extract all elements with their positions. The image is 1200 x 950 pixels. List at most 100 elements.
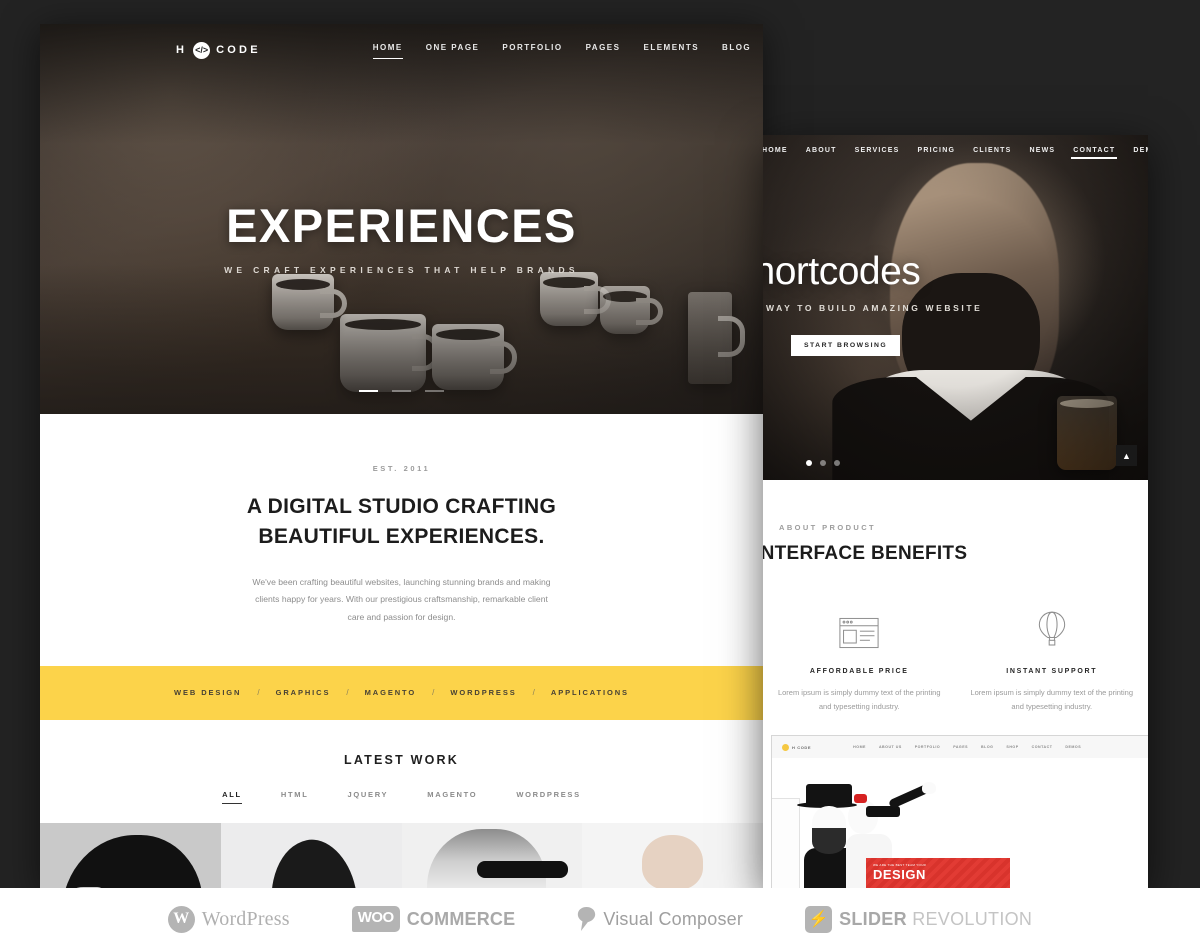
intro-body: We've been crafting beautiful websites, … [252,576,551,622]
benefit-title: AFFORDABLE PRICE [809,668,909,675]
mockup-menu: HOME ABOUT US PORTFOLIO PAGES BLOG SHOP … [853,745,1081,749]
about-kicker: ABOUT PRODUCT [779,523,877,532]
benefit-affordable-price: AFFORDABLE PRICE Lorem ipsum is simply d… [763,609,956,714]
logo-suffix: CODE [216,44,261,56]
nav-item-pages[interactable]: PAGES [586,43,621,57]
start-browsing-button[interactable]: START BROWSING [791,335,901,356]
wordpress-label: WordPress [201,907,290,930]
filter-jquery[interactable]: JQUERY [347,790,388,804]
filter-wordpress[interactable]: WORDPRESS [516,790,580,804]
slider2-pagination [806,460,840,466]
mockup-nav-item: CONTACT [1031,745,1053,749]
portfolio-title: LATEST WORK [344,752,459,767]
nav2-item-about[interactable]: ABOUT [806,147,837,158]
portfolio-item[interactable] [582,822,763,890]
mockup-body: WE ARE THE BEST TEAM YOUR DESIGN [772,758,1148,890]
portfolio-item[interactable] [401,822,583,890]
service-link-web-design[interactable]: WEB DESIGN [158,688,257,697]
code-icon: </> [193,41,211,59]
intro-headline-line2: BEAUTIFUL EXPERIENCES. [258,524,545,548]
visual-composer-icon [577,907,596,931]
hero-subtitle: WE CRAFT EXPERIENCES THAT HELP BRANDS [224,265,579,275]
nav2-item-news[interactable]: NEWS [1029,147,1055,158]
logo-prefix: H [176,44,188,56]
about-headline: INTERFACE BENEFITS [763,543,968,564]
wordpress-icon: W [167,905,195,933]
intro-headline: A DIGITAL STUDIO CRAFTING BEAUTIFUL EXPE… [40,492,763,552]
mockup-navbar: H CODE HOME ABOUT US PORTFOLIO PAGES BLO… [772,736,1148,758]
hero-slider-main: H </> CODE HOME ONE PAGE PORTFOLIO PAGES… [40,24,763,414]
hero2-text-block: Shortcodes BEST WAY TO BUILD AMAZING WEB… [763,252,982,356]
nav2-item-clients[interactable]: CLIENTS [973,147,1011,158]
main-menu: HOME ONE PAGE PORTFOLIO PAGES ELEMENTS B… [372,43,763,59]
nav2-item-pricing[interactable]: PRICING [918,147,956,158]
woocommerce-label: COMMERCE [406,908,516,929]
scroll-to-top-button[interactable]: ▲ [1116,445,1137,466]
mockup-banner: WE ARE THE BEST TEAM YOUR DESIGN [866,858,1010,890]
arrow-up-icon: ▲ [1122,450,1131,461]
service-link-graphics[interactable]: GRAPHICS [260,688,347,697]
visual-composer-logo: Visual Composer [577,907,743,931]
mockup-logo-dot [782,743,789,751]
slider2-dot[interactable] [834,460,840,466]
benefit-text: Lorem ipsum is simply dummy text of the … [777,688,941,711]
mockup-nav-item: PAGES [953,745,969,749]
mockup-logo: H CODE [782,743,812,751]
wordpress-logo: W WordPress [167,905,290,933]
nav-item-blog[interactable]: BLOG [722,43,751,57]
site-logo[interactable]: H </> CODE [176,41,261,59]
portfolio-grid [40,822,763,890]
nav-item-one-page[interactable]: ONE PAGE [426,43,480,57]
about-product-section: ABOUT PRODUCT INTERFACE BENEFITS AFFORDA… [763,480,1148,714]
nav2-item-contact[interactable]: CONTACT [1071,147,1118,159]
service-link-magento[interactable]: MAGENTO [349,688,433,697]
filter-html[interactable]: HTML [281,790,309,804]
filter-all[interactable]: ALL [222,790,242,804]
nav2-item-home[interactable]: HOME [763,147,788,158]
portfolio-item[interactable] [220,822,402,890]
slider2-dot[interactable] [806,460,812,466]
hero-text-block: EXPERIENCES WE CRAFT EXPERIENCES THAT HE… [40,202,763,275]
mockup-nav-item: ABOUT US [878,745,902,749]
nav-item-portfolio[interactable]: PORTFOLIO [502,43,562,57]
service-link-applications[interactable]: APPLICATIONS [535,688,645,697]
mockup-side-panel [772,798,800,890]
slider-revolution-logo: ⚡ SLIDER REVOLUTION [805,905,1032,933]
mockup-banner-big: DESIGN [873,867,926,882]
nav-item-home[interactable]: HOME [372,43,403,59]
secondary-website-preview: HOME ABOUT SERVICES PRICING CLIENTS NEWS… [763,135,1148,890]
hero-title: EXPERIENCES [226,199,577,252]
mockup-logo-text: H CODE [792,744,812,750]
slider2-dot[interactable] [820,460,826,466]
screenshot-stage: H </> CODE HOME ONE PAGE PORTFOLIO PAGES… [0,0,1200,950]
portfolio-item[interactable] [40,822,221,890]
nav-item-elements[interactable]: ELEMENTS [643,43,699,57]
slider-dot[interactable] [392,389,411,392]
portfolio-section: LATEST WORK ALL HTML JQUERY MAGENTO WORD… [40,719,763,890]
visual-composer-label: Visual Composer [603,908,744,929]
intro-section: EST. 2011 A DIGITAL STUDIO CRAFTING BEAU… [40,414,763,666]
mockup-nav-item: HOME [853,745,866,749]
hero-slider-secondary: HOME ABOUT SERVICES PRICING CLIENTS NEWS… [763,135,1148,480]
slider-revolution-label-bold: SLIDER [839,908,907,929]
slider-pagination [40,389,763,392]
slider-dot[interactable] [425,389,444,392]
hero2-title: Shortcodes [763,250,921,293]
technology-logos-bar: W WordPress WOO COMMERCE Visual Composer… [0,888,1200,950]
mockup-nav-item: BLOG [981,745,994,749]
slider-dot[interactable] [359,389,378,392]
mockup-nav-item: PORTFOLIO [914,745,941,749]
main-navbar: H </> CODE HOME ONE PAGE PORTFOLIO PAGES… [40,24,763,76]
nav2-item-services[interactable]: SERVICES [855,147,900,158]
nav2-item-demos[interactable]: DEMOS [1133,147,1148,158]
intro-headline-line1: A DIGITAL STUDIO CRAFTING [246,495,557,518]
woocommerce-icon: WOO [351,906,400,932]
service-link-wordpress[interactable]: WORDPRESS [434,688,532,697]
services-bar: WEB DESIGN / GRAPHICS / MAGENTO / WORDPR… [40,665,763,720]
benefits-row: AFFORDABLE PRICE Lorem ipsum is simply d… [763,609,1148,714]
slider-revolution-label: SLIDER REVOLUTION [839,909,1032,930]
benefit-instant-support: INSTANT SUPPORT Lorem ipsum is simply du… [956,609,1149,714]
benefit-text: Lorem ipsum is simply dummy text of the … [970,688,1134,711]
filter-magento[interactable]: MAGENTO [427,790,477,804]
portfolio-filters: ALL HTML JQUERY MAGENTO WORDPRESS [40,790,763,804]
